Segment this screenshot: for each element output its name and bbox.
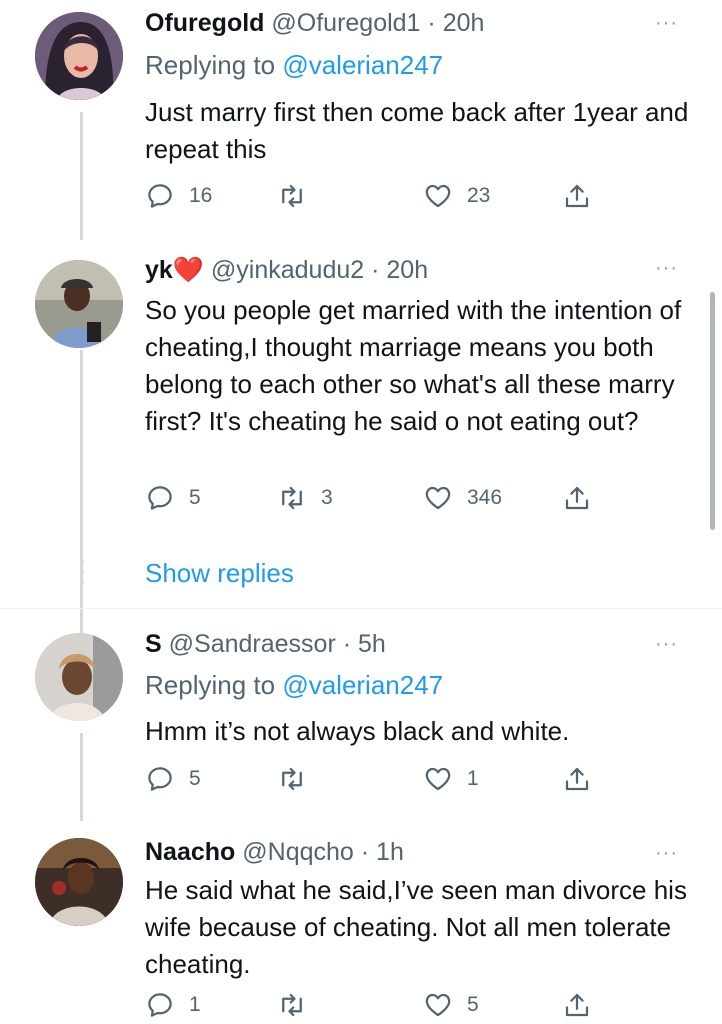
reply-button[interactable]: 5 (145, 480, 201, 516)
show-replies-link[interactable]: Show replies (145, 558, 294, 589)
tweet-actions: 1 5 (145, 987, 595, 1023)
tweet-sandraessor[interactable]: S @Sandraessor · 5h ··· Replying to @val… (0, 609, 722, 821)
tweet-header: Ofuregold @Ofuregold1 · 20h (145, 9, 484, 38)
timestamp[interactable]: · 20h (427, 9, 484, 37)
reply-button[interactable]: 5 (145, 761, 201, 797)
tweet-header: Naacho @Nqqcho · 1h (145, 838, 404, 867)
timestamp[interactable]: · 1h (361, 838, 404, 866)
thread-line (80, 733, 83, 821)
reply-button[interactable]: 16 (145, 178, 212, 214)
handle[interactable]: @yinkadudu2 (211, 256, 364, 284)
tweet-text: Hmm it’s not always black and white. (145, 716, 570, 746)
like-count: 23 (467, 184, 491, 207)
avatar-sandraessor[interactable] (35, 633, 123, 721)
like-count: 346 (467, 486, 503, 509)
timestamp[interactable]: · 20h (371, 256, 428, 284)
retweet-button[interactable] (277, 987, 321, 1023)
reply-icon (148, 767, 172, 791)
retweet-button[interactable] (277, 178, 321, 214)
retweet-count: 3 (321, 486, 333, 509)
like-button[interactable]: 1 (423, 761, 479, 797)
more-icon[interactable]: ··· (655, 633, 678, 656)
reply-icon (148, 993, 172, 1017)
retweet-icon (282, 184, 302, 208)
tweet-header: yk❤️ @yinkadudu2 · 20h (145, 256, 428, 285)
tweet-ofuregold[interactable]: Ofuregold @Ofuregold1 · 20h ··· Replying… (0, 0, 722, 240)
tweet-text: So you people get married with the inten… (145, 295, 682, 436)
tweet-actions: 5 1 (145, 761, 595, 797)
more-icon[interactable]: ··· (655, 12, 678, 35)
display-name[interactable]: Naacho (145, 838, 235, 866)
replying-to: Replying to @valerian247 (145, 50, 444, 80)
avatar-naacho[interactable] (35, 838, 123, 926)
like-button[interactable]: 346 (423, 480, 502, 516)
heart-icon (425, 486, 451, 510)
tweet-actions: 5 3 346 (145, 480, 595, 516)
tweet-naacho[interactable]: Naacho @Nqqcho · 1h ··· He said what he … (0, 821, 722, 1024)
share-icon (565, 486, 589, 510)
like-count: 1 (467, 767, 479, 790)
share-button[interactable] (562, 987, 592, 1023)
retweet-icon (282, 486, 302, 510)
avatar-yk[interactable] (35, 260, 123, 348)
heart-icon (425, 184, 451, 208)
retweet-icon (282, 767, 302, 791)
tweet-actions: 16 23 (145, 178, 595, 214)
reply-icon (148, 184, 172, 208)
like-count: 5 (467, 993, 479, 1016)
thread-line (80, 350, 83, 650)
like-button[interactable]: 5 (423, 987, 479, 1023)
display-name[interactable]: yk (145, 256, 173, 284)
retweet-icon (282, 993, 302, 1017)
scrollbar[interactable] (710, 292, 715, 530)
reply-count: 16 (189, 184, 213, 207)
heart-icon (425, 993, 451, 1017)
retweet-button[interactable] (277, 761, 321, 797)
avatar-ofuregold[interactable] (35, 12, 123, 100)
share-button[interactable] (562, 761, 592, 797)
share-button[interactable] (562, 178, 592, 214)
share-icon (565, 184, 589, 208)
reply-count: 5 (189, 767, 201, 790)
replying-to: Replying to @valerian247 (145, 670, 444, 700)
timestamp[interactable]: · 5h (343, 630, 386, 658)
tweet-text: He said what he said,I’ve seen man divor… (145, 875, 687, 979)
handle[interactable]: @Ofuregold1 (271, 9, 420, 37)
tweet-yk[interactable]: yk❤️ @yinkadudu2 · 20h ··· So you people… (0, 240, 722, 650)
handle[interactable]: @Nqqcho (242, 838, 354, 866)
reply-icon (148, 486, 172, 510)
reply-button[interactable]: 1 (145, 987, 201, 1023)
share-icon (565, 767, 589, 791)
share-button[interactable] (562, 480, 592, 516)
tweet-header: S @Sandraessor · 5h (145, 630, 386, 659)
display-name[interactable]: Ofuregold (145, 9, 264, 37)
tweet-text: Just marry first then come back after 1y… (145, 97, 689, 164)
retweet-button[interactable]: 3 (277, 480, 333, 516)
heart-emoji: ❤️ (172, 256, 204, 284)
thread-line (80, 112, 83, 240)
more-icon[interactable]: ··· (655, 257, 678, 280)
reply-count: 1 (189, 993, 201, 1016)
reply-count: 5 (189, 486, 201, 509)
mention-link[interactable]: @valerian247 (282, 50, 443, 80)
display-name[interactable]: S (145, 630, 162, 658)
thread-more-dots (79, 560, 85, 584)
handle[interactable]: @Sandraessor (169, 630, 336, 658)
mention-link[interactable]: @valerian247 (282, 670, 443, 700)
more-icon[interactable]: ··· (655, 842, 678, 865)
like-button[interactable]: 23 (423, 178, 490, 214)
heart-icon (425, 767, 451, 791)
share-icon (565, 993, 589, 1017)
